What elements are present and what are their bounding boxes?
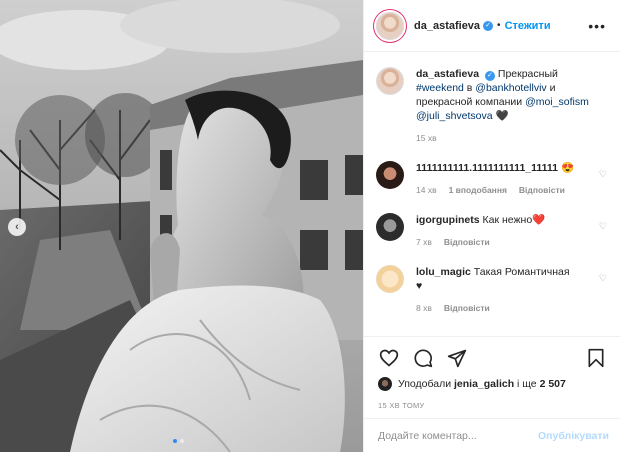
likes-count[interactable]: 2 507 bbox=[540, 378, 566, 390]
comment-reply-button[interactable]: Відповісти bbox=[519, 185, 565, 195]
likes-suffix: і ще bbox=[517, 378, 537, 390]
comment-reply-button[interactable]: Відповісти bbox=[444, 237, 490, 247]
post-timestamp[interactable]: 15 ХВ ТОМУ bbox=[378, 401, 607, 410]
caption-username[interactable]: da_astafieva bbox=[416, 68, 479, 80]
post-comment-button[interactable]: Опублікувати bbox=[538, 430, 609, 442]
carousel-indicator bbox=[173, 439, 184, 443]
caption-text-2: в bbox=[466, 82, 473, 94]
carousel-dot-active bbox=[173, 439, 177, 443]
comment-text: Такая Романтичная bbox=[473, 266, 570, 278]
comment-item: lolu_magic Такая Романтичная ♥ 8 хв Відп… bbox=[376, 265, 609, 313]
comment-like-heart-icon[interactable]: ♡ bbox=[599, 169, 607, 180]
comment-like-heart-icon[interactable]: ♡ bbox=[599, 221, 607, 232]
commenter-avatar[interactable] bbox=[376, 161, 404, 189]
comments-list[interactable]: da_astafieva ✓ Прекрасный #weekend в @ba… bbox=[364, 53, 620, 336]
header-separator: • bbox=[497, 20, 501, 31]
caption-author-avatar[interactable] bbox=[376, 67, 404, 95]
comment-reply-button[interactable]: Відповісти bbox=[444, 303, 490, 313]
comment-username[interactable]: igorgupinets bbox=[416, 214, 480, 226]
add-comment-bar: Додайте коментар... Опублікувати bbox=[364, 418, 620, 452]
post-actions: Уподобали jenia_galich і ще 2 507 15 ХВ … bbox=[364, 336, 620, 410]
bookmark-icon[interactable] bbox=[585, 347, 607, 369]
commenter-avatar[interactable] bbox=[376, 213, 404, 241]
verified-badge-icon: ✓ bbox=[484, 71, 495, 81]
comment-time[interactable]: 7 хв bbox=[416, 237, 432, 247]
post-photo[interactable]: ‹ bbox=[0, 0, 363, 452]
comment-text: Как нежно bbox=[482, 214, 533, 226]
likes-summary[interactable]: Уподобали jenia_galich і ще 2 507 bbox=[378, 377, 607, 391]
caption-mention-sofism[interactable]: @moi_sofism bbox=[525, 96, 589, 108]
follow-button[interactable]: Стежити bbox=[505, 20, 551, 32]
share-icon[interactable] bbox=[446, 347, 468, 369]
likes-prefix: Уподобали bbox=[398, 378, 452, 390]
caption-mention-hotel[interactable]: @bankhotellviv bbox=[475, 82, 546, 94]
heart-icon[interactable] bbox=[378, 347, 400, 369]
liker-avatar[interactable] bbox=[378, 377, 392, 391]
post-sidebar: da_astafieva ✓ • Стежити ••• da_astafiev… bbox=[363, 0, 620, 452]
commenter-avatar[interactable] bbox=[376, 265, 404, 293]
carousel-dot bbox=[180, 439, 184, 443]
post-image bbox=[0, 0, 363, 452]
comment-likes[interactable]: 1 вподобання bbox=[449, 185, 507, 195]
comment-emoji: ♥ bbox=[416, 280, 423, 292]
caption-hashtag[interactable]: #weekend bbox=[416, 82, 464, 94]
carousel-prev-button[interactable]: ‹ bbox=[8, 218, 26, 236]
add-comment-input[interactable]: Додайте коментар... bbox=[378, 430, 477, 442]
comment-item: igorgupinets Как нежно❤️ 7 хв Відповісти… bbox=[376, 213, 609, 247]
comment-username[interactable]: lolu_magic bbox=[416, 266, 471, 278]
comment-item: 1111111111.1111111111_11111 😍 14 хв 1 вп… bbox=[376, 161, 609, 195]
comment-time[interactable]: 14 хв bbox=[416, 185, 437, 195]
comment-emoji: 😍 bbox=[560, 162, 575, 174]
comment-emoji: ❤️ bbox=[532, 214, 546, 226]
comment-username[interactable]: 1111111111.1111111111_11111 bbox=[416, 162, 558, 174]
likes-user[interactable]: jenia_galich bbox=[454, 378, 514, 390]
author-avatar[interactable] bbox=[376, 11, 404, 40]
caption-time[interactable]: 15 хв bbox=[416, 133, 437, 143]
author-username[interactable]: da_astafieva bbox=[414, 20, 480, 32]
more-horizontal-icon[interactable]: ••• bbox=[588, 18, 606, 34]
comment-like-heart-icon[interactable]: ♡ bbox=[599, 273, 607, 284]
caption-text-1: Прекрасный bbox=[497, 68, 558, 80]
verified-badge-icon: ✓ bbox=[483, 20, 494, 31]
caption-emoji: 🖤 bbox=[495, 110, 509, 122]
comment-icon[interactable] bbox=[412, 347, 434, 369]
caption-mention-juli[interactable]: @juli_shvetsova bbox=[416, 110, 493, 122]
post-header: da_astafieva ✓ • Стежити ••• bbox=[364, 0, 620, 52]
caption: da_astafieva ✓ Прекрасный #weekend в @ba… bbox=[376, 67, 609, 143]
comment-time[interactable]: 8 хв bbox=[416, 303, 432, 313]
